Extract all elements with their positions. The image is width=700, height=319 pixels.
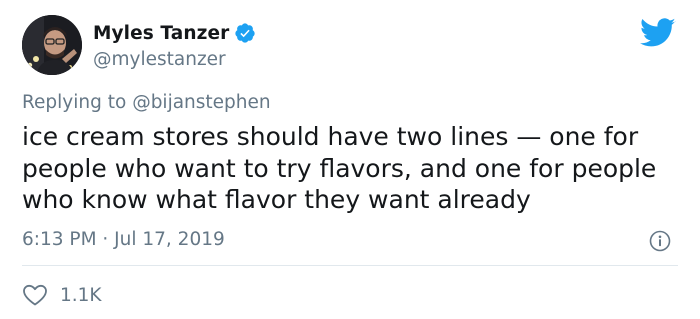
info-icon[interactable]	[649, 230, 671, 252]
avatar-photo	[22, 15, 82, 75]
heart-icon[interactable]	[22, 283, 48, 307]
divider	[22, 265, 678, 266]
like-count: 1.1K	[60, 284, 102, 306]
author-name-row[interactable]: Myles Tanzer	[93, 22, 256, 44]
avatar[interactable]	[22, 15, 82, 75]
twitter-bird-icon[interactable]	[640, 18, 676, 48]
reply-context: Replying to @bijanstephen	[22, 92, 271, 113]
reply-prefix: Replying to	[22, 92, 133, 113]
verified-badge-icon	[234, 22, 256, 44]
like-action[interactable]: 1.1K	[22, 283, 102, 307]
tweet-text: ice cream stores should have two lines —…	[22, 122, 657, 214]
reply-mention-link[interactable]: @bijanstephen	[132, 92, 270, 113]
author-display-name[interactable]: Myles Tanzer	[93, 23, 229, 44]
tweet-card: Myles Tanzer @mylestanzer Replying to @b…	[0, 0, 700, 319]
author-handle[interactable]: @mylestanzer	[93, 49, 226, 70]
tweet-timestamp[interactable]: 6:13 PM · Jul 17, 2019	[22, 229, 225, 250]
